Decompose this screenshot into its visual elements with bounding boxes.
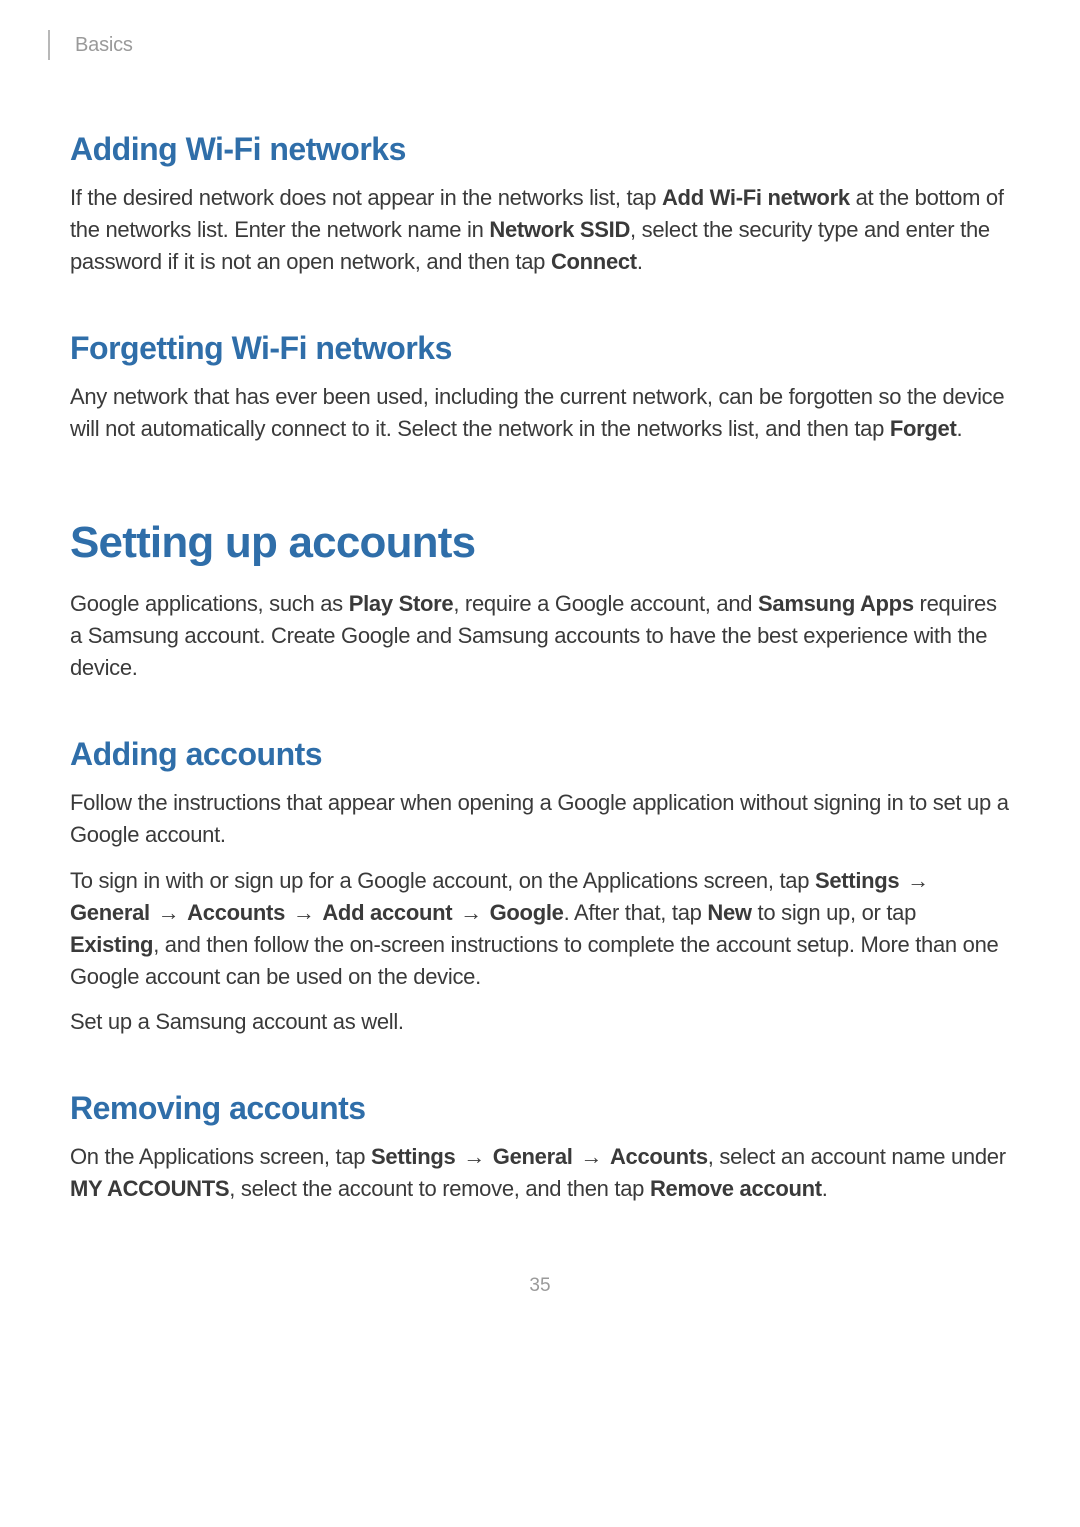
text: to sign up, or tap (752, 900, 916, 925)
bold-general: General (70, 900, 150, 925)
text: . (822, 1176, 828, 1201)
paragraph-setting-up: Google applications, such as Play Store,… (70, 588, 1010, 684)
header-divider (48, 30, 50, 60)
bold-accounts: Accounts (187, 900, 285, 925)
heading-forgetting-wifi: Forgetting Wi-Fi networks (70, 330, 1010, 367)
bold-add-account: Add account (322, 900, 452, 925)
bold-accounts: Accounts (610, 1144, 708, 1169)
text: Google applications, such as (70, 591, 349, 616)
arrow-icon: → (461, 1141, 487, 1173)
arrow-icon: → (156, 897, 182, 929)
paragraph-adding-accounts-2: To sign in with or sign up for a Google … (70, 865, 1010, 993)
bold-samsung-apps: Samsung Apps (758, 591, 914, 616)
paragraph-removing-accounts: On the Applications screen, tap Settings… (70, 1141, 1010, 1205)
page-content: Basics Adding Wi-Fi networks If the desi… (0, 0, 1080, 1205)
text: To sign in with or sign up for a Google … (70, 868, 815, 893)
paragraph-adding-accounts-1: Follow the instructions that appear when… (70, 787, 1010, 851)
arrow-icon: → (578, 1141, 604, 1173)
bold-play-store: Play Store (349, 591, 454, 616)
page-number: 35 (0, 1275, 1080, 1297)
arrow-icon: → (291, 897, 317, 929)
text: , and then follow the on-screen instruct… (70, 932, 998, 989)
text: , select the account to remove, and then… (229, 1176, 650, 1201)
bold-remove-account: Remove account (650, 1176, 822, 1201)
bold-network-ssid: Network SSID (489, 217, 630, 242)
bold-settings: Settings (815, 868, 899, 893)
bold-general: General (493, 1144, 573, 1169)
paragraph-adding-accounts-3: Set up a Samsung account as well. (70, 1006, 1010, 1038)
text: . (956, 416, 962, 441)
text: . After that, tap (564, 900, 708, 925)
bold-forget: Forget (890, 416, 957, 441)
arrow-icon: → (905, 865, 931, 897)
bold-existing: Existing (70, 932, 153, 957)
text: , select an account name under (708, 1144, 1006, 1169)
breadcrumb: Basics (75, 34, 1010, 57)
heading-adding-wifi: Adding Wi-Fi networks (70, 131, 1010, 168)
text: Any network that has ever been used, inc… (70, 384, 1004, 441)
heading-setting-up-accounts: Setting up accounts (70, 518, 1010, 568)
bold-connect: Connect (551, 249, 637, 274)
bold-new: New (707, 900, 751, 925)
heading-removing-accounts: Removing accounts (70, 1090, 1010, 1127)
bold-settings: Settings (371, 1144, 455, 1169)
bold-google: Google (490, 900, 564, 925)
arrow-icon: → (458, 897, 484, 929)
bold-add-wifi-network: Add Wi-Fi network (662, 185, 850, 210)
text: , require a Google account, and (453, 591, 758, 616)
text: If the desired network does not appear i… (70, 185, 662, 210)
paragraph-forgetting-wifi: Any network that has ever been used, inc… (70, 381, 1010, 445)
text: On the Applications screen, tap (70, 1144, 371, 1169)
text: . (637, 249, 643, 274)
paragraph-adding-wifi: If the desired network does not appear i… (70, 182, 1010, 278)
heading-adding-accounts: Adding accounts (70, 736, 1010, 773)
bold-my-accounts: MY ACCOUNTS (70, 1176, 229, 1201)
